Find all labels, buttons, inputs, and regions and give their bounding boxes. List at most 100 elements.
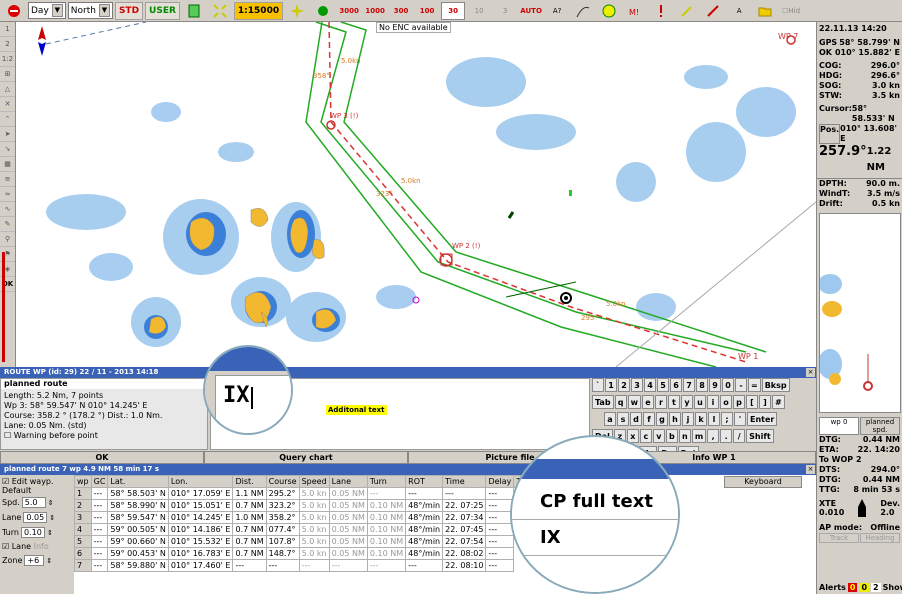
column-header[interactable]: Delay <box>485 475 515 488</box>
table-cell[interactable]: 5 <box>74 535 92 548</box>
table-cell[interactable]: 0.7 NM <box>232 499 267 512</box>
key-button[interactable]: Enter <box>747 412 778 426</box>
table-cell[interactable]: --- <box>90 559 109 572</box>
table-cell[interactable]: 5.0 kn <box>298 523 330 536</box>
lane-input[interactable]: 0.05 <box>23 512 48 523</box>
key-button[interactable]: g <box>656 412 668 426</box>
key-button[interactable]: u <box>693 395 706 409</box>
up-icon[interactable]: ⌃ <box>0 112 15 127</box>
lines-icon[interactable]: ≡ <box>0 172 15 187</box>
table-cell[interactable]: 58° 58.503' N <box>107 487 169 500</box>
show-button[interactable]: Show <box>883 583 902 592</box>
key-button[interactable]: v <box>652 429 665 443</box>
table-cell[interactable]: 0.10 NM <box>366 499 407 512</box>
depth-10-button[interactable]: 10 <box>467 2 491 20</box>
pencil-icon[interactable] <box>675 2 699 20</box>
table-cell[interactable]: --- <box>90 499 109 512</box>
curve-icon[interactable] <box>571 2 595 20</box>
key-button[interactable]: n <box>678 429 691 443</box>
table-cell[interactable]: 58° 59.547' N <box>107 511 169 524</box>
table-cell[interactable]: 0.7 NM <box>232 535 267 548</box>
table-cell[interactable]: 59° 00.505' N <box>107 523 169 536</box>
table-cell[interactable]: --- <box>405 487 444 500</box>
key-button[interactable]: [ <box>745 395 758 409</box>
std-button[interactable]: STD <box>114 1 144 20</box>
table-cell[interactable]: 6 <box>74 547 92 560</box>
key-button[interactable]: h <box>669 412 681 426</box>
user-button[interactable]: USER <box>145 1 180 20</box>
table-cell[interactable]: 58° 59.880' N <box>107 559 169 572</box>
key-button[interactable]: p <box>732 395 745 409</box>
day-mode-select[interactable]: Day ▼ <box>28 2 66 19</box>
table-cell[interactable]: --- <box>442 487 487 500</box>
table-cell[interactable]: --- <box>90 487 109 500</box>
arrow-right-icon[interactable]: ➤ <box>0 127 15 142</box>
key-button[interactable]: q <box>614 395 627 409</box>
table-cell[interactable]: --- <box>485 535 515 548</box>
column-header[interactable]: Turn <box>366 475 407 488</box>
table-cell[interactable]: 010° 16.783' E <box>167 547 234 560</box>
table-cell[interactable]: 0.05 NM <box>328 487 368 500</box>
key-button[interactable]: 6 <box>670 378 682 392</box>
key-button[interactable]: ` <box>592 378 604 392</box>
key-button[interactable]: s <box>617 412 629 426</box>
key-button[interactable]: ' <box>734 412 746 426</box>
table-cell[interactable]: 107.8° <box>265 535 300 548</box>
overview-map[interactable] <box>819 213 901 413</box>
key-button[interactable]: ] <box>758 395 771 409</box>
turn-input[interactable]: 0.10 <box>20 527 45 538</box>
ruler-icon[interactable] <box>701 2 725 20</box>
table-cell[interactable]: 0.10 NM <box>366 535 407 548</box>
table-cell[interactable]: 48°/min <box>405 511 444 524</box>
column-header[interactable]: wp <box>74 475 92 488</box>
key-button[interactable]: t <box>667 395 680 409</box>
depth-1000-button[interactable]: 1000 <box>363 2 387 20</box>
table-cell[interactable]: 0.05 NM <box>328 499 368 512</box>
table-cell[interactable]: 323.2° <box>265 499 300 512</box>
table-cell[interactable]: 1 <box>74 487 92 500</box>
wind-label[interactable]: WindT: <box>819 189 850 199</box>
column-header[interactable]: Speed <box>298 475 330 488</box>
depth-3000-button[interactable]: 3000 <box>337 2 361 20</box>
ok-button[interactable]: OK <box>0 451 204 464</box>
key-button[interactable]: , <box>707 429 720 443</box>
wave2-icon[interactable]: ∿ <box>0 202 15 217</box>
key-button[interactable]: r <box>654 395 667 409</box>
edit-waypoints-checkbox[interactable]: ☑ Edit wayp. <box>2 477 72 486</box>
table-cell[interactable]: 0.10 NM <box>366 511 407 524</box>
query-chart-button[interactable]: Query chart <box>204 451 408 464</box>
table-cell[interactable]: 0.05 NM <box>328 535 368 548</box>
table-cell[interactable]: 010° 14.245' E <box>167 511 234 524</box>
column-header[interactable]: Time <box>442 475 487 488</box>
folder-icon[interactable] <box>753 2 777 20</box>
depth-300-button[interactable]: 300 <box>389 2 413 20</box>
table-cell[interactable]: 4 <box>74 523 92 536</box>
heading-button[interactable]: Heading <box>860 533 900 543</box>
orientation-select[interactable]: North ▼ <box>67 2 113 19</box>
alert-count-red[interactable]: 0 <box>847 583 858 592</box>
column-header[interactable]: Lane <box>328 475 368 488</box>
key-button[interactable]: 2 <box>618 378 630 392</box>
key-button[interactable]: e <box>641 395 654 409</box>
table-row[interactable]: 2 --- 58° 58.990' N 010° 15.051' E 0.7 NM 323… <box>74 499 528 512</box>
drift-label[interactable]: Drift: <box>819 199 843 209</box>
table-cell[interactable]: 010° 14.186' E <box>167 523 234 536</box>
chart-map[interactable]: No ENC available WP 3 (!) WP 2 (!) WP 1 … <box>16 22 816 367</box>
key-button[interactable]: = <box>748 378 761 392</box>
key-button[interactable]: y <box>680 395 693 409</box>
column-header[interactable]: GC <box>90 475 109 488</box>
hide-checkbox[interactable]: ☐ Hid <box>779 2 803 20</box>
key-button[interactable]: . <box>720 429 733 443</box>
alert-count-yellow[interactable]: 0 <box>859 583 870 592</box>
table-cell[interactable]: 358.2° <box>265 511 300 524</box>
table-cell[interactable]: 0.7 NM <box>232 523 267 536</box>
key-button[interactable]: o <box>719 395 732 409</box>
key-button[interactable]: b <box>665 429 678 443</box>
man-overboard-icon[interactable]: M! <box>623 2 647 20</box>
wp0-tab[interactable]: wp 0 <box>819 417 859 435</box>
key-button[interactable]: Bksp <box>761 378 790 392</box>
table-cell[interactable]: 010° 15.532' E <box>167 535 234 548</box>
zone-input[interactable]: +6 <box>24 555 45 566</box>
key-button[interactable]: 3 <box>631 378 643 392</box>
key-button[interactable]: 8 <box>696 378 708 392</box>
